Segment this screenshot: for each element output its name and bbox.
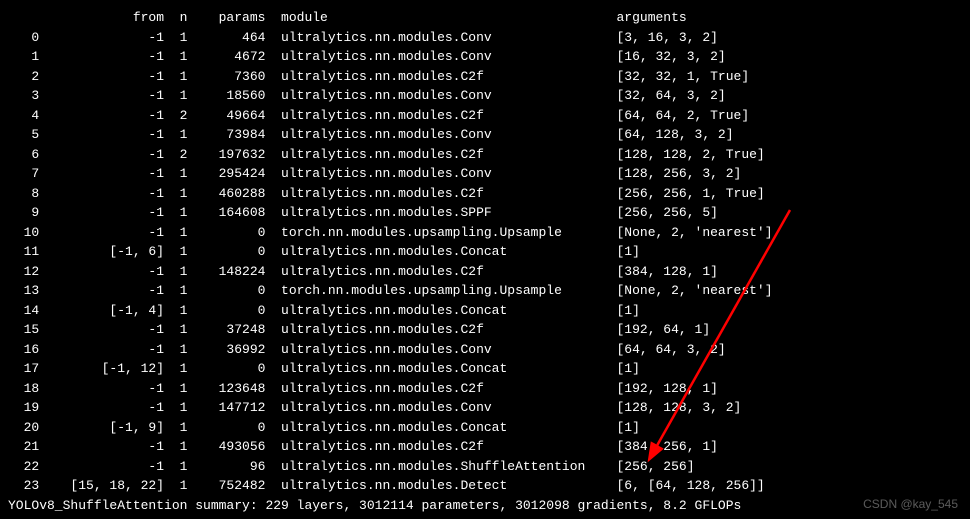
table-row: 19 -1 1 147712 ultralytics.nn.modules.Co… bbox=[8, 398, 962, 418]
table-row: 16 -1 1 36992 ultralytics.nn.modules.Con… bbox=[8, 340, 962, 360]
table-row: 4 -1 2 49664 ultralytics.nn.modules.C2f … bbox=[8, 106, 962, 126]
table-row: 6 -1 2 197632 ultralytics.nn.modules.C2f… bbox=[8, 145, 962, 165]
summary-line: YOLOv8_ShuffleAttention summary: 229 lay… bbox=[8, 496, 962, 516]
terminal-output: from n params module arguments 0 -1 1 46… bbox=[8, 8, 962, 515]
table-row: 18 -1 1 123648 ultralytics.nn.modules.C2… bbox=[8, 379, 962, 399]
table-row: 22 -1 1 96 ultralytics.nn.modules.Shuffl… bbox=[8, 457, 962, 477]
table-row: 11 [-1, 6] 1 0 ultralytics.nn.modules.Co… bbox=[8, 242, 962, 262]
table-row: 20 [-1, 9] 1 0 ultralytics.nn.modules.Co… bbox=[8, 418, 962, 438]
table-row: 3 -1 1 18560 ultralytics.nn.modules.Conv… bbox=[8, 86, 962, 106]
table-row: 15 -1 1 37248 ultralytics.nn.modules.C2f… bbox=[8, 320, 962, 340]
table-row: 9 -1 1 164608 ultralytics.nn.modules.SPP… bbox=[8, 203, 962, 223]
table-row: 23 [15, 18, 22] 1 752482 ultralytics.nn.… bbox=[8, 476, 962, 496]
table-row: 10 -1 1 0 torch.nn.modules.upsampling.Up… bbox=[8, 223, 962, 243]
table-header: from n params module arguments bbox=[8, 8, 962, 28]
table-row: 14 [-1, 4] 1 0 ultralytics.nn.modules.Co… bbox=[8, 301, 962, 321]
table-row: 17 [-1, 12] 1 0 ultralytics.nn.modules.C… bbox=[8, 359, 962, 379]
table-row: 5 -1 1 73984 ultralytics.nn.modules.Conv… bbox=[8, 125, 962, 145]
table-row: 0 -1 1 464 ultralytics.nn.modules.Conv [… bbox=[8, 28, 962, 48]
table-row: 12 -1 1 148224 ultralytics.nn.modules.C2… bbox=[8, 262, 962, 282]
table-row: 21 -1 1 493056 ultralytics.nn.modules.C2… bbox=[8, 437, 962, 457]
table-row: 1 -1 1 4672 ultralytics.nn.modules.Conv … bbox=[8, 47, 962, 67]
table-row: 7 -1 1 295424 ultralytics.nn.modules.Con… bbox=[8, 164, 962, 184]
table-row: 13 -1 1 0 torch.nn.modules.upsampling.Up… bbox=[8, 281, 962, 301]
table-row: 2 -1 1 7360 ultralytics.nn.modules.C2f [… bbox=[8, 67, 962, 87]
watermark: CSDN @kay_545 bbox=[863, 495, 958, 513]
table-row: 8 -1 1 460288 ultralytics.nn.modules.C2f… bbox=[8, 184, 962, 204]
